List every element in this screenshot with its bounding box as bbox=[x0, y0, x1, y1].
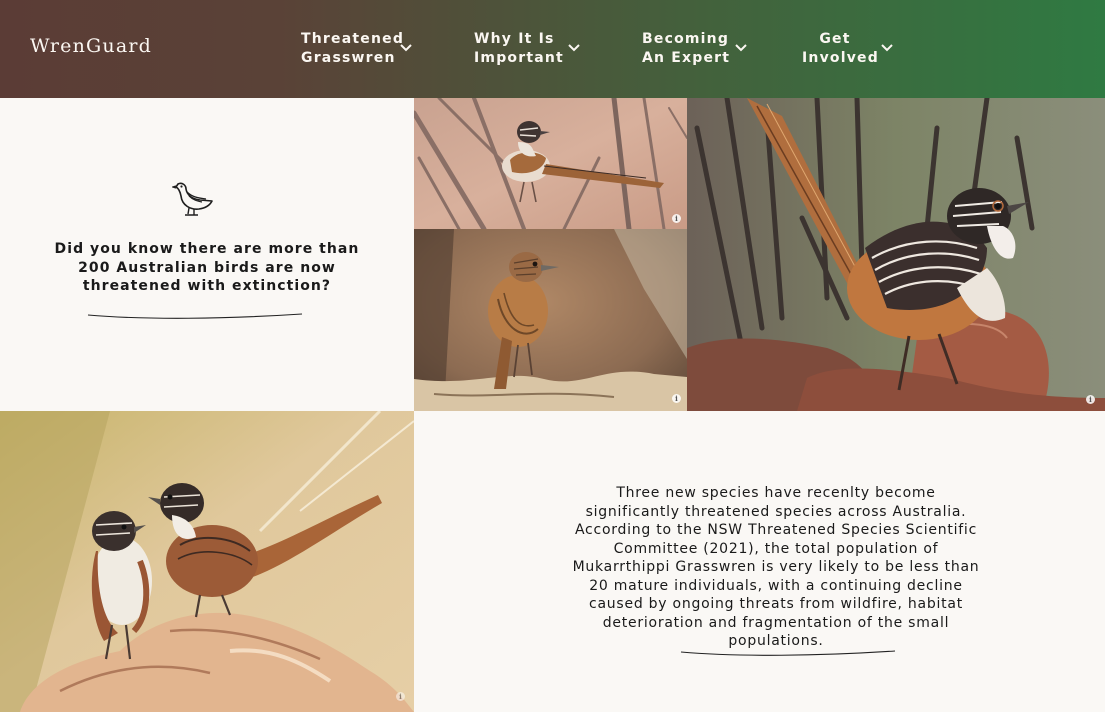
nav-label: Get Involved bbox=[802, 30, 879, 67]
info-icon[interactable]: i bbox=[672, 394, 681, 403]
nav-label: Why It Is Important bbox=[474, 30, 564, 67]
decorative-underline bbox=[87, 313, 303, 319]
nav-label: Threatened Grasswren bbox=[301, 30, 405, 67]
photo-image bbox=[414, 98, 687, 229]
intro-fact-text: Did you know there are more than 200 Aus… bbox=[54, 241, 360, 295]
photo-grasswren-pair[interactable]: i bbox=[0, 411, 414, 712]
nav-label-line: Why It Is bbox=[474, 31, 555, 47]
nav-item-get-involved[interactable]: Get Involved bbox=[802, 30, 897, 70]
nav-label-line: Involved bbox=[802, 49, 879, 66]
info-icon[interactable]: i bbox=[672, 214, 681, 223]
chevron-down-icon bbox=[881, 44, 893, 52]
nav-item-threatened-grasswren[interactable]: Threatened Grasswren bbox=[301, 30, 416, 70]
photo-grasswren-twigs[interactable]: i bbox=[414, 98, 687, 229]
photo-grasswren-branch[interactable]: i bbox=[414, 229, 687, 411]
nav-label-line: Grasswren bbox=[301, 49, 396, 66]
chevron-down-icon bbox=[400, 44, 412, 52]
photo-grasswren-rocks[interactable]: i bbox=[687, 98, 1105, 411]
info-icon[interactable]: i bbox=[1086, 395, 1095, 404]
bird-icon bbox=[172, 182, 213, 216]
photo-image bbox=[414, 229, 687, 411]
nav-item-becoming-an-expert[interactable]: Becoming An Expert bbox=[642, 30, 752, 70]
photo-image bbox=[687, 98, 1105, 411]
site-logo[interactable]: WrenGuard bbox=[30, 35, 152, 57]
nav-label-line: Becoming bbox=[642, 31, 730, 47]
nav-item-why-it-is-important[interactable]: Why It Is Important bbox=[474, 30, 584, 70]
species-info-text: Three new species have recenlty become s… bbox=[572, 485, 980, 649]
info-icon[interactable]: i bbox=[396, 692, 405, 701]
nav-label-line: Threatened bbox=[301, 31, 405, 47]
chevron-down-icon bbox=[735, 44, 747, 52]
decorative-underline bbox=[680, 650, 896, 656]
nav-label: Becoming An Expert bbox=[642, 30, 731, 67]
nav-label-line: Important bbox=[474, 49, 564, 66]
site-header: WrenGuard Threatened Grasswren Why It Is… bbox=[0, 0, 1105, 98]
chevron-down-icon bbox=[568, 44, 580, 52]
nav-label-line: Get bbox=[819, 31, 851, 47]
nav-label-line: An Expert bbox=[642, 49, 731, 66]
photo-image bbox=[0, 411, 414, 712]
